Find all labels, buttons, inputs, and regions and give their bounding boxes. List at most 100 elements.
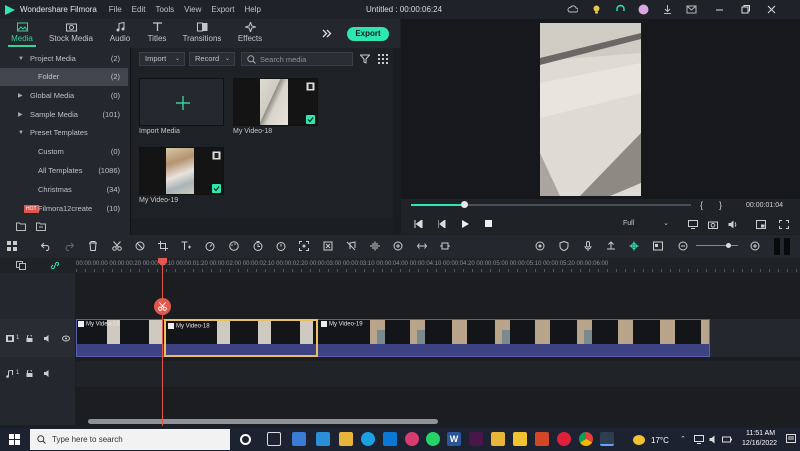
mark-out-icon[interactable]: } xyxy=(719,200,722,210)
tab-transitions[interactable]: Transitions xyxy=(182,22,222,43)
play-back-icon[interactable] xyxy=(438,220,447,228)
record-dropdown[interactable]: Record ⌄ xyxy=(189,52,235,66)
notification-icon[interactable] xyxy=(786,434,796,444)
taskbar-app-icon[interactable] xyxy=(292,432,306,446)
speaker-icon[interactable] xyxy=(44,370,51,377)
mail-app-icon[interactable] xyxy=(316,432,330,446)
filmora-taskbar-icon[interactable] xyxy=(600,432,614,446)
powerpoint-icon[interactable] xyxy=(535,432,549,446)
chevron-up-icon[interactable]: ⌃ xyxy=(680,435,686,443)
timeline-ruler[interactable]: 00:00:00:00 00:00:00:20 00:00:01:10 00:0… xyxy=(0,258,800,273)
folder-icon[interactable] xyxy=(491,432,505,446)
folder-open-icon[interactable] xyxy=(36,222,46,231)
pane-toggle-bar[interactable] xyxy=(784,238,790,255)
tree-item-custom[interactable]: Custom (0) xyxy=(0,143,128,161)
split-scissors-button[interactable] xyxy=(154,298,171,315)
speaker-icon[interactable] xyxy=(44,335,51,342)
chevron-right-icon[interactable]: ▶ xyxy=(18,106,23,124)
taskbar-search-input[interactable]: Type here to search xyxy=(30,429,230,450)
windows-start-icon[interactable] xyxy=(9,434,20,445)
store-icon[interactable] xyxy=(383,432,397,446)
timer-icon[interactable] xyxy=(253,241,263,251)
text-icon[interactable] xyxy=(181,241,191,251)
double-chevron-right-icon[interactable] xyxy=(322,29,332,38)
audio-stretch-icon[interactable] xyxy=(393,241,403,251)
instagram-icon[interactable] xyxy=(405,432,419,446)
media-thumb-video-19[interactable] xyxy=(139,147,224,195)
auto-reframe-icon[interactable] xyxy=(299,241,309,251)
playback-handle[interactable] xyxy=(461,201,469,208)
fullscreen-icon[interactable] xyxy=(779,220,789,229)
edge-browser-icon[interactable] xyxy=(361,432,375,446)
new-folder-icon[interactable] xyxy=(16,222,26,231)
lock-icon[interactable] xyxy=(26,370,33,377)
opera-icon[interactable] xyxy=(557,432,571,446)
render-icon[interactable] xyxy=(535,241,545,251)
sticky-notes-icon[interactable] xyxy=(513,432,527,446)
pip-icon[interactable] xyxy=(756,220,766,229)
motion-track-icon[interactable] xyxy=(417,241,427,251)
zoom-slider[interactable] xyxy=(696,245,738,246)
headset-icon[interactable] xyxy=(615,4,626,15)
keyframe-icon[interactable] xyxy=(440,241,450,251)
menu-file[interactable]: File xyxy=(109,5,122,14)
search-media-input[interactable]: Search media xyxy=(241,52,353,66)
disable-icon[interactable] xyxy=(135,241,145,251)
redo-icon[interactable] xyxy=(64,241,74,251)
word-icon[interactable]: W xyxy=(447,432,461,446)
chevron-down-icon[interactable]: ▼ xyxy=(18,124,24,142)
file-explorer-icon[interactable] xyxy=(339,432,353,446)
add-track-icon[interactable] xyxy=(16,261,26,270)
step-back-icon[interactable] xyxy=(414,220,423,228)
tab-stock-media[interactable]: Stock Media xyxy=(48,22,94,43)
tree-item-folder[interactable]: Folder (2) xyxy=(0,68,128,86)
stopwatch-icon[interactable] xyxy=(276,241,286,251)
chevron-right-icon[interactable]: ▶ xyxy=(18,87,23,105)
play-icon[interactable] xyxy=(461,220,469,228)
network-icon[interactable] xyxy=(694,435,704,444)
zoom-in-icon[interactable] xyxy=(750,241,760,251)
media-thumb-video-18[interactable] xyxy=(233,78,318,126)
tree-item-sample-media[interactable]: ▶ Sample Media (101) xyxy=(0,106,128,124)
camera-snapshot-icon[interactable] xyxy=(708,220,718,229)
tree-item-project-media[interactable]: ▼ Project Media (2) xyxy=(0,50,128,68)
eye-icon[interactable] xyxy=(62,335,70,342)
tab-media[interactable]: Media xyxy=(8,22,36,47)
detach-audio-icon[interactable] xyxy=(346,241,356,251)
lightbulb-icon[interactable] xyxy=(591,4,602,15)
tree-item-filmora12create[interactable]: HOT Filmora12create (10) xyxy=(0,200,128,218)
whatsapp-icon[interactable] xyxy=(426,432,440,446)
cortana-icon[interactable] xyxy=(240,434,251,445)
filter-icon[interactable] xyxy=(360,54,370,64)
slack-icon[interactable] xyxy=(469,432,483,446)
undo-icon[interactable] xyxy=(41,241,51,251)
snap-icon[interactable] xyxy=(629,241,639,251)
color-palette-icon[interactable] xyxy=(229,241,239,251)
battery-icon[interactable] xyxy=(722,435,732,444)
menu-tools[interactable]: Tools xyxy=(155,5,174,14)
zoom-slider-handle[interactable] xyxy=(726,243,731,248)
fit-icon[interactable] xyxy=(323,241,333,251)
lock-icon[interactable] xyxy=(26,335,33,342)
grid-view-icon[interactable] xyxy=(378,54,388,64)
mail-icon[interactable] xyxy=(686,4,697,15)
pane-toggle-bar[interactable] xyxy=(774,238,780,255)
playback-progress-track[interactable] xyxy=(411,201,691,208)
mark-in-icon[interactable]: { xyxy=(700,200,703,210)
shield-icon[interactable] xyxy=(559,241,569,251)
tree-item-all-templates[interactable]: All Templates (1086) xyxy=(0,162,128,180)
delete-icon[interactable] xyxy=(88,241,98,251)
layout-grid-icon[interactable] xyxy=(7,241,17,251)
tree-item-global-media[interactable]: ▶ Global Media (0) xyxy=(0,87,128,105)
timeline-scrollbar[interactable] xyxy=(88,419,438,424)
volume-icon[interactable] xyxy=(709,435,719,444)
zoom-out-icon[interactable] xyxy=(678,241,688,251)
tree-item-preset-templates[interactable]: ▼ Preset Templates xyxy=(0,124,128,142)
clip-1[interactable]: My Video-18 xyxy=(78,321,120,328)
playhead-line[interactable] xyxy=(162,258,163,426)
minimize-icon[interactable] xyxy=(714,4,725,15)
chrome-icon[interactable] xyxy=(579,432,593,446)
scissors-icon[interactable] xyxy=(112,241,122,251)
export-button[interactable]: Export xyxy=(347,27,389,41)
avatar[interactable] xyxy=(638,4,649,15)
